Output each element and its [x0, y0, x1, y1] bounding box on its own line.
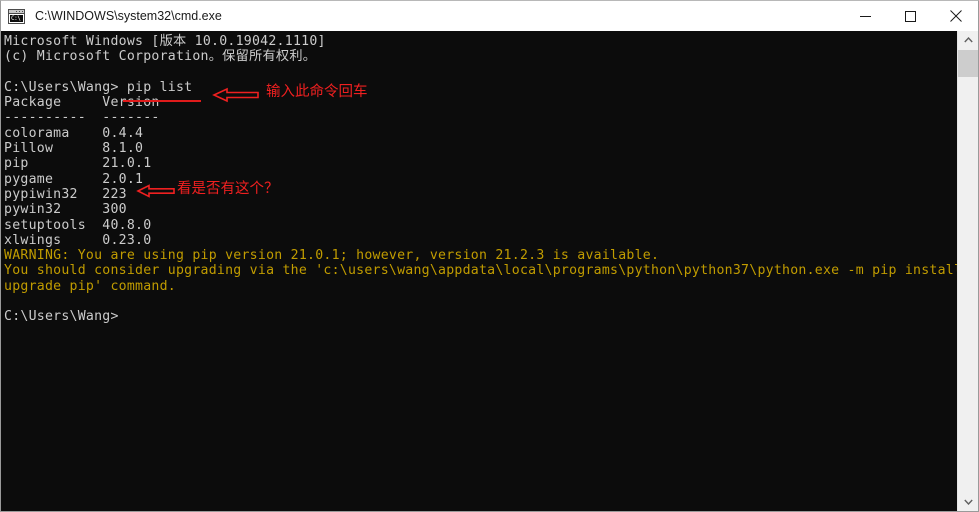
- console-line: (c) Microsoft Corporation。保留所有权利。: [4, 49, 317, 65]
- annotation-text-1: 输入此命令回车: [266, 84, 368, 100]
- vertical-scrollbar[interactable]: [957, 31, 978, 511]
- console-line: colorama 0.4.4: [4, 125, 144, 141]
- console-line: Pillow 8.1.0: [4, 141, 144, 157]
- minimize-icon: [860, 15, 871, 17]
- console-line: upgrade pip' command.: [4, 278, 176, 294]
- console-line: pip 21.0.1: [4, 156, 152, 172]
- console-line: Package Version: [4, 95, 160, 111]
- scroll-down-button[interactable]: [958, 493, 978, 511]
- console-line: ---------- -------: [4, 110, 160, 126]
- annotation-text-2: 看是否有这个？: [177, 181, 279, 197]
- console-lines: Microsoft Windows [版本 10.0.19042.1110] (c…: [4, 34, 957, 325]
- left-arrow-icon-2: [136, 184, 175, 198]
- cmd-icon-titlebar: [9, 9, 24, 14]
- chevron-down-icon: [963, 499, 973, 505]
- console-line: You should consider upgrading via the 'c…: [4, 263, 957, 279]
- cmd-icon-glyph: C:\: [10, 14, 23, 22]
- console-line: xlwings 0.23.0: [4, 232, 152, 248]
- console-line: WARNING: You are using pip version 21.0.…: [4, 248, 660, 264]
- window-title: C:\WINDOWS\system32\cmd.exe: [35, 9, 222, 23]
- close-icon: [949, 10, 962, 22]
- terminal-output-area[interactable]: Microsoft Windows [版本 10.0.19042.1110] (c…: [1, 31, 957, 511]
- maximize-icon: [905, 10, 916, 22]
- cmd-icon: C:\: [8, 8, 25, 24]
- left-arrow-icon-1: [212, 87, 259, 103]
- console-line: C:\Users\Wang>: [4, 309, 119, 325]
- window-controls: [843, 1, 978, 31]
- command-underline-annotation: [123, 100, 201, 102]
- console-line: setuptools 40.8.0: [4, 217, 152, 233]
- minimize-button[interactable]: [843, 1, 888, 31]
- titlebar-left-group: C:\ C:\WINDOWS\system32\cmd.exe: [1, 1, 843, 31]
- maximize-button[interactable]: [888, 1, 933, 31]
- console-line: C:\Users\Wang> pip list: [4, 79, 193, 95]
- chevron-up-icon: [963, 37, 973, 43]
- close-button[interactable]: [933, 1, 978, 31]
- console-line: Microsoft Windows [版本 10.0.19042.1110]: [4, 34, 326, 49]
- scrollbar-thumb[interactable]: [958, 50, 978, 77]
- console-line: pywin32 300: [4, 202, 127, 218]
- scroll-up-button[interactable]: [958, 31, 978, 49]
- window-titlebar[interactable]: C:\ C:\WINDOWS\system32\cmd.exe: [1, 1, 978, 31]
- cmd-window: C:\ C:\WINDOWS\system32\cmd.exe Microsof…: [0, 0, 979, 512]
